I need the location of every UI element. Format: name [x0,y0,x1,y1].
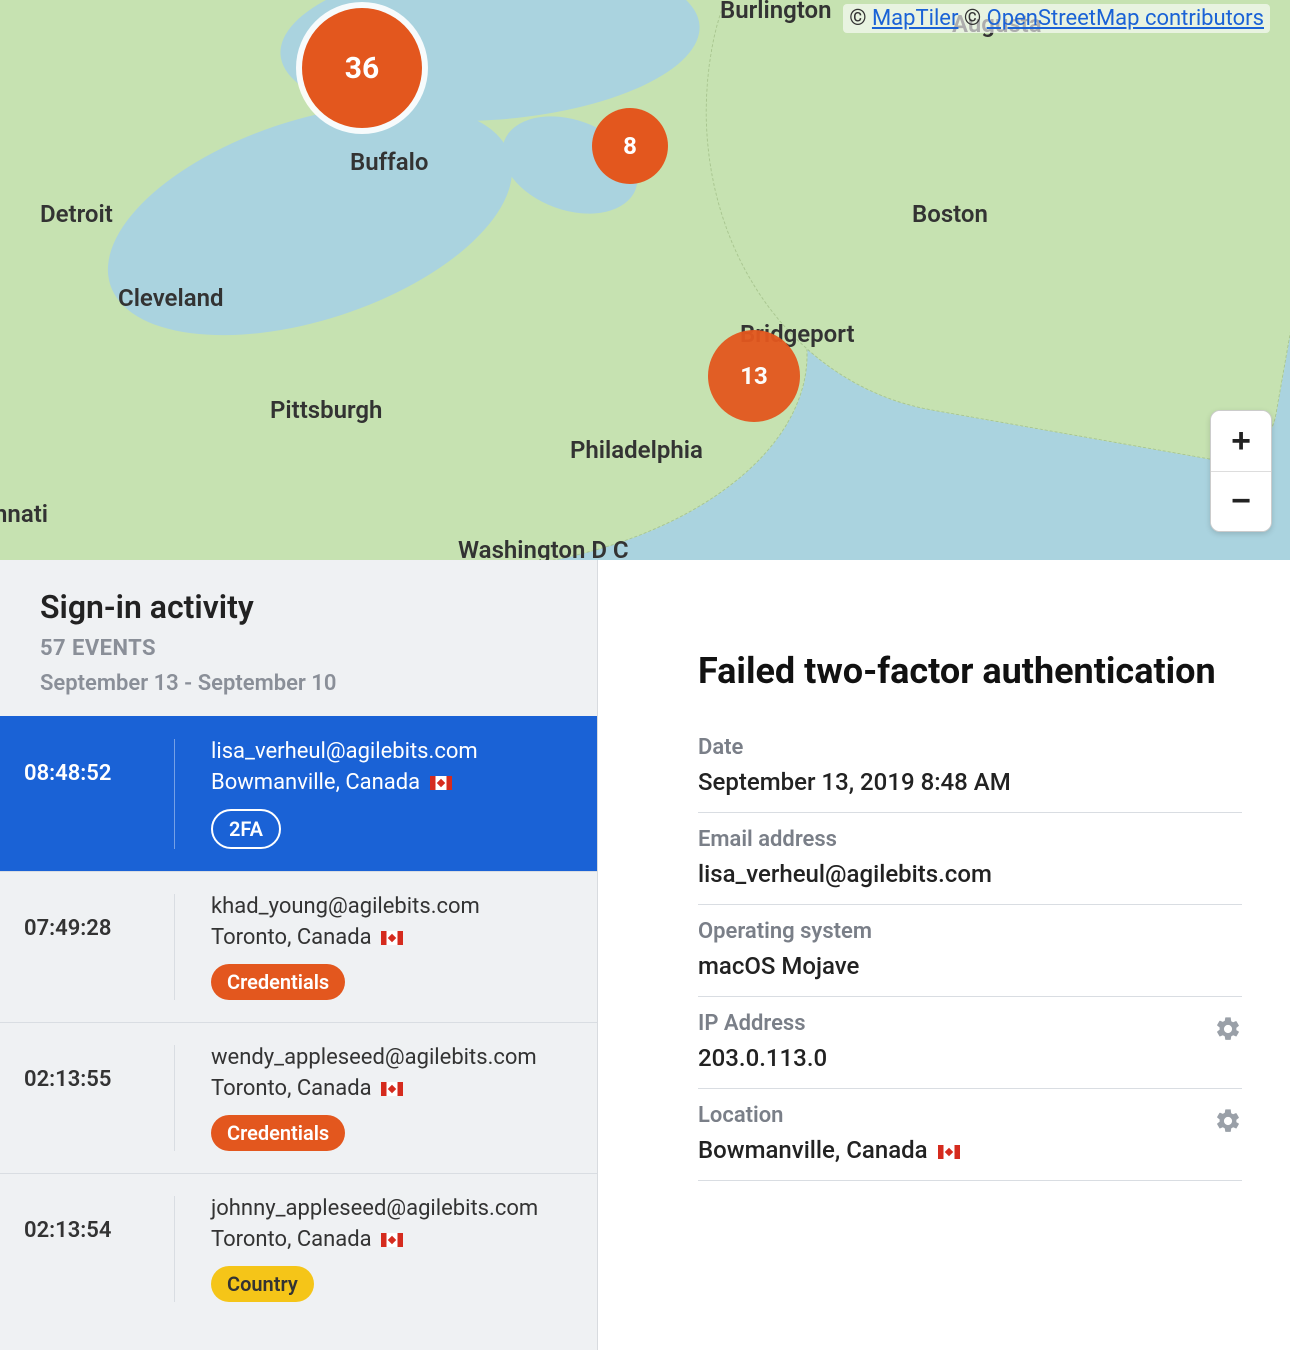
lower-pane: Sign-in activity 57 EVENTS September 13 … [0,560,1290,1350]
detail-row: Email address lisa_verheul@agilebits.com [698,813,1242,905]
event-email: johnny_appleseed@agilebits.com [211,1196,573,1221]
cluster-count: 8 [623,132,637,160]
cluster-count: 13 [740,362,768,390]
detail-row: Location Bowmanville, Canada [698,1089,1242,1181]
zoom-in-button[interactable]: + [1211,411,1271,471]
attribution-sep: © [958,6,986,31]
city-label: Pittsburgh [270,396,382,424]
city-label: Burlington [720,0,832,24]
event-badge: Credentials [211,964,345,1000]
flag-canada-icon [381,931,403,945]
city-label: Cleveland [118,284,224,312]
detail-row: Operating system macOS Mojave [698,905,1242,997]
date-range: September 13 - September 10 [40,671,557,696]
detail-row: Date September 13, 2019 8:48 AM [698,721,1242,813]
event-time: 08:48:52 [24,739,174,786]
event-list: 08:48:52 lisa_verheul@agilebits.com Bowman… [0,716,597,1350]
city-label: Detroit [40,200,113,228]
map-cluster-marker[interactable]: 36 [302,8,422,128]
map-cluster-marker[interactable]: 13 [708,330,800,422]
detail-value: September 13, 2019 8:48 AM [698,768,1242,796]
event-badge: Credentials [211,1115,345,1151]
event-email: wendy_appleseed@agilebits.com [211,1045,573,1070]
attribution-prefix: © [849,6,872,31]
event-time: 02:13:55 [24,1045,174,1092]
detail-label: IP Address [698,1011,1242,1036]
detail-value: lisa_verheul@agilebits.com [698,860,1242,888]
cluster-count: 36 [345,51,379,86]
detail-label: Date [698,735,1242,760]
activity-map[interactable]: Burlington Augusta Buffalo Detroit Bosto… [0,0,1290,560]
panel-title: Sign-in activity [40,588,557,626]
map-attribution: © MapTiler © OpenStreetMap contributors [843,4,1270,33]
detail-title: Failed two-factor authentication [698,650,1242,693]
city-label: Philadelphia [570,436,703,464]
detail-value: 203.0.113.0 [698,1044,1242,1072]
event-row[interactable]: 07:49:28 khad_young@agilebits.com Toronto,… [0,871,597,1022]
gear-icon[interactable] [1214,1015,1242,1043]
gear-icon[interactable] [1214,1107,1242,1135]
event-detail-panel: Failed two-factor authentication Date Sep… [598,560,1290,1350]
detail-label: Operating system [698,919,1242,944]
city-label: Buffalo [350,148,428,176]
event-time: 02:13:54 [24,1196,174,1243]
event-row[interactable]: 02:13:55 wendy_appleseed@agilebits.com Tor… [0,1022,597,1173]
city-label: nnati [0,500,48,528]
event-info: khad_young@agilebits.comToronto, Canada … [174,894,573,1000]
signin-activity-header: Sign-in activity 57 EVENTS September 13 … [0,560,597,716]
osm-link[interactable]: OpenStreetMap contributors [987,6,1264,31]
event-info: johnny_appleseed@agilebits.com Toronto, C… [174,1196,573,1302]
detail-label: Location [698,1103,1242,1128]
map-zoom-controls: + − [1210,410,1272,532]
detail-value: macOS Mojave [698,952,1242,980]
detail-label: Email address [698,827,1242,852]
flag-canada-icon [938,1145,960,1159]
event-info: lisa_verheul@agilebits.com Bowmanville, C… [174,739,573,849]
event-location: Toronto, Canada [211,925,573,950]
city-label: Washington D C [458,536,629,560]
event-info: wendy_appleseed@agilebits.com Toronto, Ca… [174,1045,573,1151]
zoom-out-button[interactable]: − [1211,471,1271,531]
detail-value: Bowmanville, Canada [698,1136,1242,1164]
event-email: lisa_verheul@agilebits.com [211,739,573,764]
map-cluster-marker[interactable]: 8 [592,108,668,184]
city-label: Boston [912,200,988,228]
events-count: 57 EVENTS [40,636,557,661]
flag-canada-icon [430,776,452,790]
event-badge: Country [211,1266,314,1302]
flag-canada-icon [381,1233,403,1247]
maptiler-link[interactable]: MapTiler [872,6,958,31]
event-row[interactable]: 02:13:54 johnny_appleseed@agilebits.com To… [0,1173,597,1324]
event-location: Toronto, Canada [211,1227,573,1252]
event-row[interactable]: 08:48:52 lisa_verheul@agilebits.com Bowman… [0,716,597,871]
event-email: khad_young@agilebits.com [211,894,573,919]
event-badge: 2FA [211,809,281,849]
event-location: Bowmanville, Canada [211,770,573,795]
detail-row: IP Address 203.0.113.0 [698,997,1242,1089]
event-location: Toronto, Canada [211,1076,573,1101]
signin-activity-panel: Sign-in activity 57 EVENTS September 13 … [0,560,598,1350]
event-time: 07:49:28 [24,894,174,941]
flag-canada-icon [381,1082,403,1096]
